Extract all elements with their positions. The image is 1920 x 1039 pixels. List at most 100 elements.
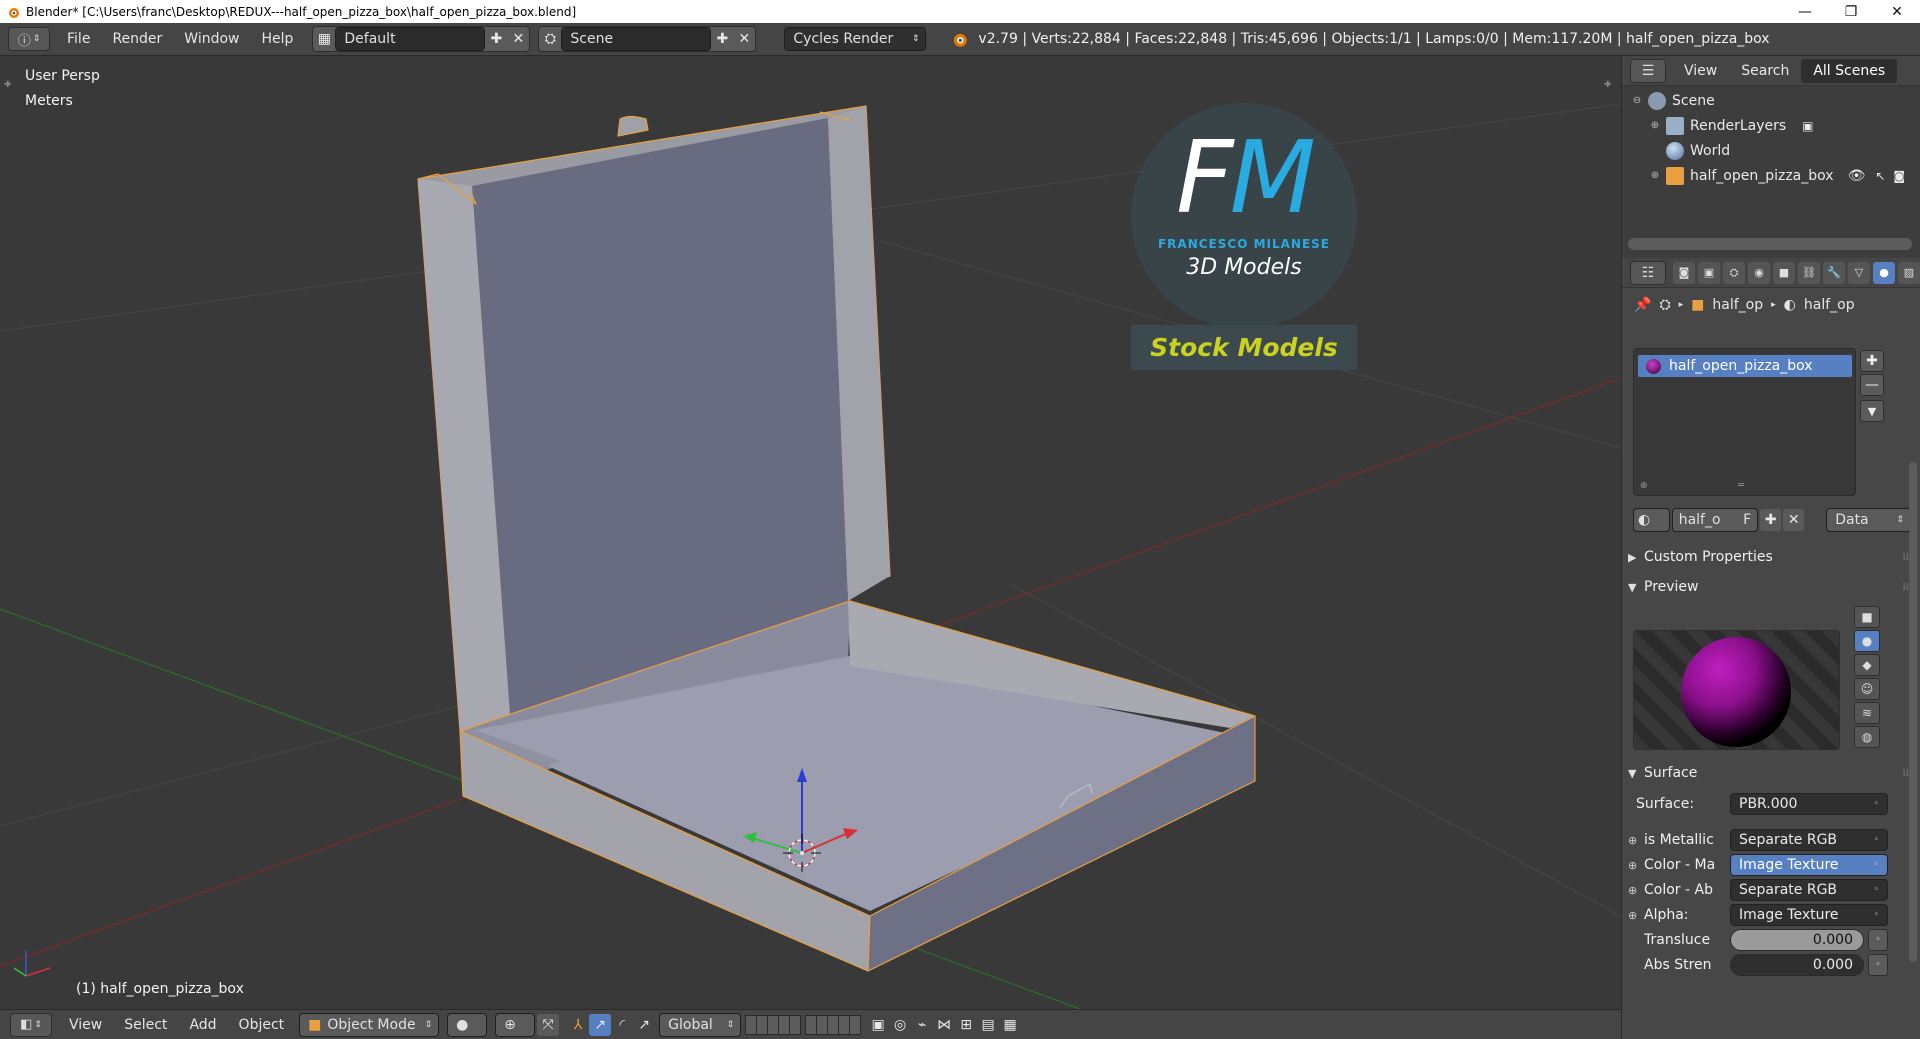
expand-icon[interactable]: ⊕ (1648, 120, 1662, 131)
selectability-cursor-icon[interactable]: ↖ (1875, 169, 1885, 183)
viewport-toolshelf-toggle-icon[interactable]: ✚ (4, 80, 12, 90)
data-tab-mesh-icon[interactable]: ▽ (1848, 261, 1870, 284)
outliner-tab-view[interactable]: View (1672, 63, 1729, 79)
browse-material-button[interactable]: ◐ (1633, 508, 1670, 532)
socket-expand-icon[interactable]: ⊕ (1628, 884, 1644, 897)
viewport-properties-toggle-icon[interactable]: ✚ (1604, 80, 1612, 90)
remove-scene-icon[interactable]: ✕ (733, 28, 755, 50)
outliner-item-renderlayers[interactable]: ⊕ RenderLayers ▣ (1622, 113, 1920, 138)
render-layer-toggle-icon[interactable]: ▣ (1802, 119, 1813, 133)
outliner-item-object[interactable]: ⊕ half_open_pizza_box 👁 ↖ ◙ (1622, 163, 1920, 188)
scene-tab-icon[interactable]: ⛭ (1723, 261, 1745, 284)
render-layers-tab-icon[interactable]: ▣ (1698, 261, 1720, 284)
material-slot-list[interactable]: half_open_pizza_box ═ ⊕ (1633, 348, 1856, 496)
remove-layout-icon[interactable]: ✕ (507, 28, 529, 50)
modifiers-tab-wrench-icon[interactable]: 🔧 (1823, 261, 1845, 284)
snap-element-icon[interactable]: ⋈ (933, 1014, 955, 1036)
opengl-render-icon[interactable]: ▤ (977, 1014, 999, 1036)
new-material-icon[interactable]: ✚ (1760, 509, 1782, 531)
transform-tool-icon[interactable]: ↗ (633, 1014, 655, 1036)
layout-dropdown[interactable]: Default (335, 27, 486, 51)
alpha-link-dropdown[interactable]: Image Texture ◦ (1730, 904, 1888, 926)
menu-select[interactable]: Select (113, 1010, 178, 1039)
menu-view[interactable]: View (58, 1010, 113, 1039)
mode-dropdown[interactable]: ■ Object Mode ⇕ (299, 1012, 440, 1037)
preview-hair-icon[interactable]: ≋ (1854, 702, 1880, 724)
list-resize-handle-icon[interactable]: ═ (1738, 480, 1744, 491)
add-material-slot-button[interactable]: ✚ (1860, 350, 1884, 372)
scene-dropdown[interactable]: Scene (561, 27, 712, 51)
material-specials-button[interactable]: ▼ (1860, 400, 1884, 422)
add-layout-icon[interactable]: ✚ (485, 28, 507, 50)
socket-expand-icon[interactable]: ⊕ (1628, 859, 1644, 872)
proportional-edit-icon[interactable]: ◎ (889, 1014, 911, 1036)
menu-help[interactable]: Help (250, 23, 304, 56)
socket-link-button[interactable]: ◦ (1868, 954, 1888, 976)
socket-expand-icon[interactable]: ⊕ (1628, 834, 1644, 847)
scale-manipulator-icon[interactable]: ◜ (611, 1014, 633, 1036)
fake-user-toggle[interactable]: F (1743, 512, 1751, 528)
viewport-shading-dropdown[interactable]: ● (447, 1012, 488, 1037)
add-scene-icon[interactable]: ✚ (711, 28, 733, 50)
translucency-slider[interactable]: 0.000 (1730, 929, 1864, 951)
world-tab-icon[interactable]: ◉ (1748, 261, 1770, 284)
outliner-display-mode[interactable]: All Scenes (1801, 58, 1898, 83)
editor-type-properties-button[interactable]: ☷ (1630, 260, 1666, 285)
preview-monkey-icon[interactable]: ☺ (1854, 678, 1880, 700)
transform-orientation-dropdown[interactable]: Global ⇕ (659, 1012, 742, 1037)
renderability-camera-icon[interactable]: ◙ (1893, 169, 1905, 183)
outliner-horizontal-scrollbar[interactable] (1628, 238, 1912, 250)
layout-grid-icon[interactable]: ▦ (313, 28, 335, 50)
pin-icon[interactable]: 📌 (1634, 297, 1651, 313)
rotate-manipulator-icon[interactable]: ↗ (589, 1013, 612, 1036)
3d-viewport[interactable]: User Persp Meters (1) half_open_pizza_bo… (0, 56, 1621, 1009)
socket-link-button[interactable]: ◦ (1868, 929, 1888, 951)
render-tab-camera-icon[interactable]: ◙ (1673, 261, 1695, 284)
constraints-tab-icon[interactable]: ⛓ (1798, 261, 1820, 284)
snap-toggle-icon[interactable]: ⌁ (911, 1014, 933, 1036)
translate-manipulator-icon[interactable]: ⅄ (567, 1014, 589, 1036)
editor-type-info-button[interactable]: ⓘ ⇕ (8, 27, 50, 51)
material-name-field[interactable]: half_o F (1671, 508, 1759, 532)
abs-strength-field[interactable]: 0.000 (1730, 954, 1864, 976)
is-metallic-link-dropdown[interactable]: Separate RGB ◦ (1730, 829, 1888, 851)
menu-window[interactable]: Window (173, 23, 250, 56)
preview-sphere-icon[interactable]: ● (1854, 630, 1880, 652)
remove-material-slot-button[interactable]: — (1860, 374, 1884, 396)
menu-object[interactable]: Object (228, 1010, 296, 1039)
manipulator-toggle-icon[interactable]: ⤧ (537, 1013, 560, 1036)
menu-add[interactable]: Add (178, 1010, 227, 1039)
outliner-item-world[interactable]: World (1622, 138, 1920, 163)
list-filter-icon[interactable]: ⊕ (1640, 481, 1648, 491)
outliner-item-scene[interactable]: ⊖ Scene (1622, 88, 1920, 113)
visibility-eye-icon[interactable]: 👁 (1848, 168, 1866, 184)
scene-layers-group-2[interactable] (805, 1014, 862, 1035)
color-ab-link-dropdown[interactable]: Separate RGB ◦ (1730, 879, 1888, 901)
scene-icon[interactable]: ⛭ (539, 28, 561, 50)
surface-panel-header[interactable]: ▼ Surface ⁞⁞⁞ (1628, 762, 1912, 784)
surface-shader-dropdown[interactable]: PBR.000 ◦ (1730, 793, 1888, 815)
render-engine-dropdown[interactable]: Cycles Render ⇕ (784, 27, 927, 51)
color-ma-link-dropdown[interactable]: Image Texture ◦ (1730, 854, 1888, 876)
material-slot-item[interactable]: half_open_pizza_box (1638, 355, 1852, 377)
preview-cube-icon[interactable]: ◆ (1854, 654, 1880, 676)
object-tab-icon[interactable]: ■ (1773, 261, 1795, 284)
texture-tab-icon[interactable]: ▨ (1898, 261, 1920, 284)
collapse-icon[interactable]: ⊖ (1630, 95, 1644, 106)
maximize-button[interactable]: ❐ (1828, 0, 1874, 23)
menu-file[interactable]: File (56, 23, 101, 56)
snap-target-icon[interactable]: ⊞ (955, 1014, 977, 1036)
menu-render[interactable]: Render (101, 23, 173, 56)
opengl-render-animation-icon[interactable]: ▦ (999, 1014, 1021, 1036)
material-link-dropdown[interactable]: Data ⇕ (1826, 508, 1911, 532)
minimize-button[interactable]: — (1782, 0, 1828, 23)
editor-type-outliner-button[interactable]: ☰ (1630, 58, 1666, 83)
layer-lock-icon[interactable]: ▣ (867, 1014, 889, 1036)
material-tab-icon[interactable]: ● (1873, 261, 1895, 284)
properties-vertical-scrollbar[interactable] (1909, 462, 1917, 962)
expand-icon[interactable]: ⊕ (1648, 170, 1662, 181)
unlink-material-icon[interactable]: ✕ (1783, 509, 1805, 531)
outliner-tab-search[interactable]: Search (1729, 63, 1801, 79)
custom-properties-panel-header[interactable]: ▶ Custom Properties ⁞⁞⁞ (1628, 546, 1912, 568)
preview-panel-header[interactable]: ▼ Preview ⁞⁞⁞ (1628, 576, 1912, 598)
